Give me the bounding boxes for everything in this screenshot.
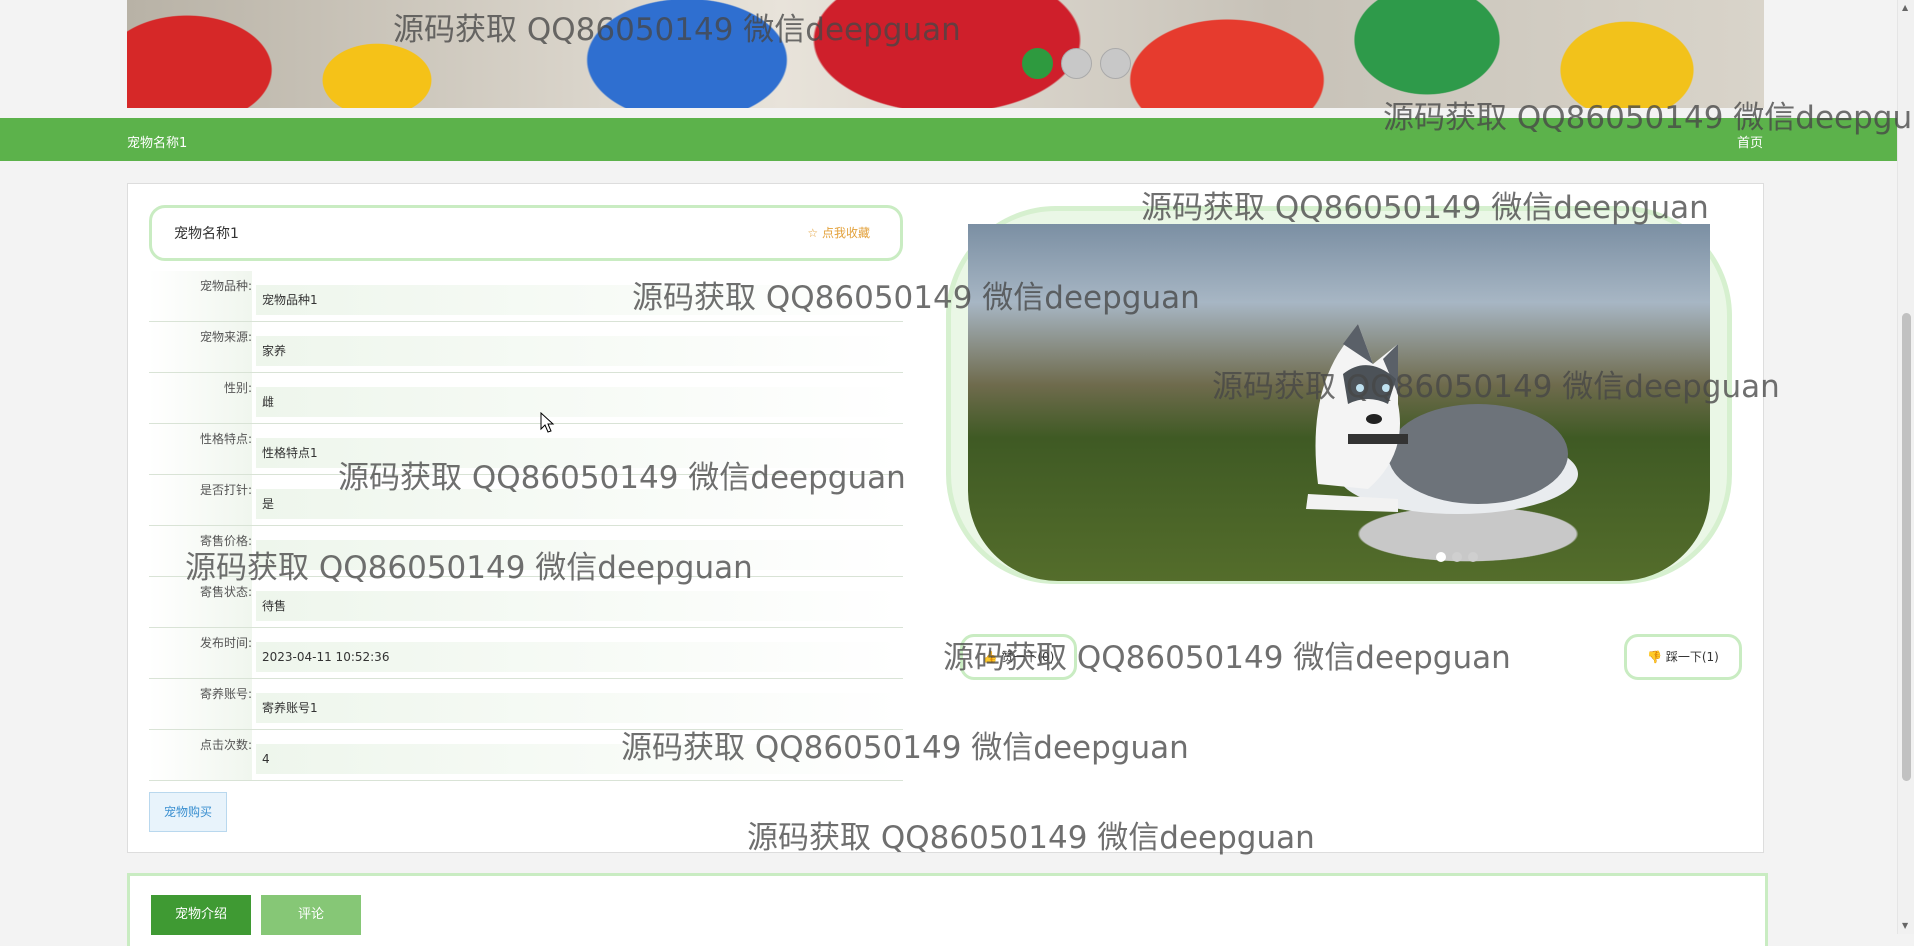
carousel-dot-1[interactable] (1436, 552, 1446, 562)
scroll-thumb[interactable] (1902, 313, 1911, 781)
banner-carousel (127, 0, 1764, 108)
pet-detail-panel: 宠物名称1 ☆ 点我收藏 宠物品种: 宠物品种1 宠物来源: 家养 性别: 雌 … (127, 183, 1764, 853)
carousel-dot-3[interactable] (1468, 552, 1478, 562)
field-label: 性别: (149, 373, 252, 423)
like-button[interactable]: 👍 赞一下(0) (960, 634, 1077, 680)
field-value (256, 540, 902, 570)
field-label: 宠物品种: (149, 271, 252, 321)
field-value: 2023-04-11 10:52:36 (256, 642, 902, 672)
banner-dot-1[interactable] (1022, 48, 1053, 79)
scroll-down-icon[interactable]: ▼ (1902, 921, 1908, 930)
page-scrollbar[interactable]: ▲ ▼ (1897, 0, 1914, 934)
field-value: 性格特点1 (256, 438, 902, 468)
mouse-cursor-icon (540, 412, 555, 433)
banner-dots (1022, 48, 1131, 79)
field-label: 性格特点: (149, 424, 252, 474)
field-value: 家养 (256, 336, 902, 366)
field-row-published: 发布时间: 2023-04-11 10:52:36 (149, 628, 903, 679)
banner-dot-2[interactable] (1061, 48, 1092, 79)
carousel-dot-2[interactable] (1452, 552, 1462, 562)
field-row-account: 寄养账号: 寄养账号1 (149, 679, 903, 730)
carousel-dots (1436, 552, 1478, 562)
pet-title: 宠物名称1 (174, 226, 239, 242)
detail-tabs: 宠物介绍 评论 (127, 873, 1768, 946)
buy-pet-button[interactable]: 宠物购买 (149, 792, 227, 832)
field-value: 是 (256, 489, 902, 519)
field-row-status: 寄售状态: 待售 (149, 577, 903, 628)
field-label: 点击次数: (149, 730, 252, 780)
dislike-button[interactable]: 👎 踩一下(1) (1624, 634, 1742, 680)
field-label: 寄售状态: (149, 577, 252, 627)
field-value: 寄养账号1 (256, 693, 902, 723)
nav-home-link[interactable]: 首页 (1737, 132, 1763, 151)
banner-dot-3[interactable] (1100, 48, 1131, 79)
nav-page-title: 宠物名称1 (127, 136, 188, 151)
field-value: 雌 (256, 387, 902, 417)
field-label: 寄养账号: (149, 679, 252, 729)
field-label: 寄售价格: (149, 526, 252, 576)
top-navbar: 宠物名称1 首页 (0, 118, 1897, 161)
field-label: 宠物来源: (149, 322, 252, 372)
field-row-gender: 性别: 雌 (149, 373, 903, 424)
field-value: 待售 (256, 591, 902, 621)
field-value: 4 (256, 744, 902, 774)
husky-image (1306, 324, 1578, 514)
field-label: 发布时间: (149, 628, 252, 678)
scroll-up-icon[interactable]: ▲ (1902, 3, 1908, 12)
favorite-button[interactable]: ☆ 点我收藏 (807, 224, 870, 241)
field-row-source: 宠物来源: 家养 (149, 322, 903, 373)
field-label: 是否打针: (149, 475, 252, 525)
field-row-vaccinated: 是否打针: 是 (149, 475, 903, 526)
field-row-clicks: 点击次数: 4 (149, 730, 903, 781)
tab-comments[interactable]: 评论 (261, 895, 361, 935)
pet-title-box: 宠物名称1 ☆ 点我收藏 (149, 205, 903, 261)
field-value: 宠物品种1 (256, 285, 902, 315)
field-row-price: 寄售价格: (149, 526, 903, 577)
tab-introduction[interactable]: 宠物介绍 (151, 895, 251, 935)
pet-photo[interactable] (968, 224, 1710, 581)
field-row-personality: 性格特点: 性格特点1 (149, 424, 903, 475)
field-row-breed: 宠物品种: 宠物品种1 (149, 271, 903, 322)
